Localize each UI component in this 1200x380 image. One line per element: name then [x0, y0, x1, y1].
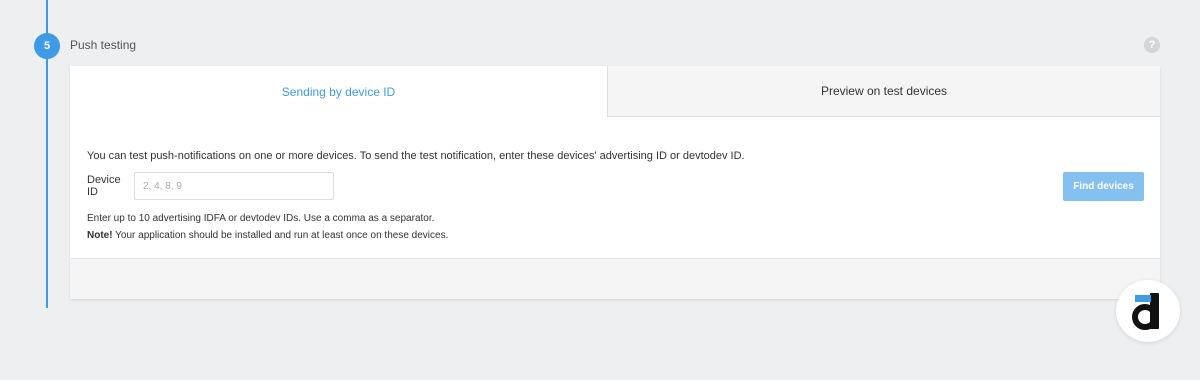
tab-sending-by-device-id[interactable]: Sending by device ID — [70, 66, 607, 117]
devtodev-logo-glyph — [1132, 293, 1159, 330]
hint-text-block: Enter up to 10 advertising IDFA or devto… — [87, 210, 1144, 244]
card-footer — [70, 258, 1160, 299]
devtodev-logo-icon[interactable] — [1116, 280, 1180, 342]
note-line: Note! Your application should be install… — [87, 227, 1144, 244]
intro-text: You can test push-notifications on one o… — [87, 150, 745, 162]
question-icon[interactable]: ? — [1144, 37, 1160, 53]
note-label: Note! — [87, 230, 113, 241]
device-id-input[interactable] — [134, 172, 334, 200]
tab-bar: Sending by device ID Preview on test dev… — [70, 66, 1160, 117]
tab-preview-on-test-devices[interactable]: Preview on test devices — [607, 66, 1160, 117]
separator-hint: Enter up to 10 advertising IDFA or devto… — [87, 213, 435, 224]
push-testing-card: Sending by device ID Preview on test dev… — [70, 66, 1160, 299]
device-id-label: Device ID — [87, 174, 121, 198]
step-number-badge: 5 — [34, 33, 60, 59]
section-title: Push testing — [70, 38, 137, 52]
note-text: Your application should be installed and… — [112, 230, 449, 241]
find-devices-button[interactable]: Find devices — [1063, 172, 1144, 201]
device-id-row: Device ID — [87, 172, 1144, 200]
